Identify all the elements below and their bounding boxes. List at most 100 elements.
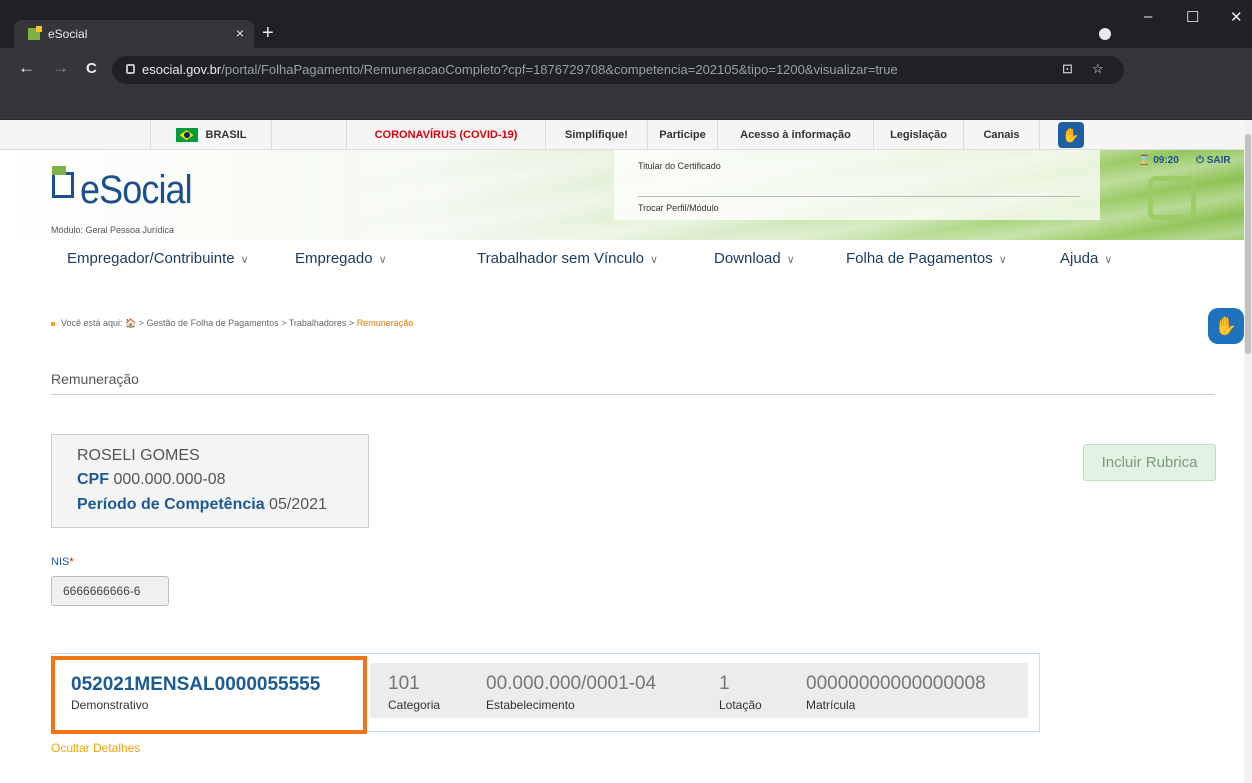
libras-accessibility-icon[interactable]: ✋ — [1208, 308, 1244, 344]
titular-certificado-label: Titular do Certificado — [638, 161, 721, 171]
page-scrollbar[interactable] — [1244, 120, 1252, 783]
forward-button[interactable]: → — [52, 58, 69, 78]
certificate-divider — [638, 196, 1080, 197]
chevron-down-icon: ∨ — [998, 254, 1007, 266]
banner-square-decoration — [1148, 176, 1196, 220]
brasil-link[interactable]: BRASIL — [150, 120, 272, 150]
esocial-favicon-icon — [28, 26, 42, 40]
browser-tab-bar: eSocial × + – ☐ ✕ — [0, 0, 1252, 48]
new-tab-button[interactable]: + — [262, 22, 274, 45]
browser-tab[interactable]: eSocial × — [14, 20, 254, 48]
sair-button[interactable]: ⏻ SAIR — [1196, 155, 1231, 166]
nav-folha-label: Folha de Pagamentos — [846, 250, 993, 267]
home-icon[interactable]: 🏠 — [125, 318, 136, 328]
nav-download[interactable]: Download ∨ — [714, 250, 795, 267]
esocial-logo-icon — [52, 166, 74, 198]
nav-ajuda-label: Ajuda — [1060, 250, 1099, 267]
url-text: esocial.gov.br/portal/FolhaPagamento/Rem… — [142, 62, 898, 77]
nav-empregado[interactable]: Empregado ∨ — [295, 250, 387, 267]
url-host: esocial.gov.br — [142, 62, 222, 77]
lock-icon — [126, 64, 135, 74]
nav-folha-pagamentos[interactable]: Folha de Pagamentos ∨ — [846, 250, 1007, 267]
nav-trabalhador-sem-vinculo[interactable]: Trabalhador sem Vínculo ∨ — [477, 250, 658, 267]
chevron-down-icon: ∨ — [378, 254, 387, 266]
brasil-label: BRASIL — [205, 129, 247, 141]
url-path: /portal/FolhaPagamento/RemuneracaoComple… — [221, 62, 898, 77]
matricula-value: 00000000000000008 — [806, 673, 986, 694]
cpf-value: 000.000.000-08 — [113, 471, 226, 488]
incluir-rubrica-button[interactable]: Incluir Rubrica — [1083, 444, 1216, 481]
periodo-label: Período de Competência — [77, 496, 265, 513]
nis-field[interactable]: 6666666666-6 — [51, 576, 169, 606]
modulo-label: Módulo: Geral Pessoa Jurídica — [51, 225, 175, 235]
breadcrumb-bullet — [51, 321, 55, 326]
nav-empregador[interactable]: Empregador/Contribuinte ∨ — [67, 250, 249, 267]
reload-button[interactable]: C — [86, 60, 97, 77]
simplifique-link[interactable]: Simplifique! — [546, 120, 648, 150]
cpf-label: CPF — [77, 471, 109, 488]
demonstrativo-details: 101 Categoria 00.000.000/0001-04 Estabel… — [370, 663, 1028, 718]
matricula-label: Matrícula — [806, 698, 856, 712]
page-content: BRASIL CORONAVÍRUS (COVID-19) Simplifiqu… — [0, 120, 1252, 783]
nav-empregado-label: Empregado — [295, 250, 373, 267]
chevron-down-icon: ∨ — [650, 254, 659, 266]
title-divider — [51, 394, 1215, 395]
esocial-logo[interactable]: eSocial — [80, 168, 193, 213]
ocultar-detalhes-link[interactable]: Ocultar Detalhes — [51, 741, 140, 755]
categoria-value: 101 — [388, 673, 420, 694]
main-nav: Empregador/Contribuinte ∨ Empregado ∨ Trab… — [0, 244, 1244, 276]
lotacao-value: 1 — [719, 673, 730, 694]
estabelecimento-value: 00.000.000/0001-04 — [486, 673, 657, 694]
bookmark-bar — [0, 90, 1252, 120]
required-marker: * — [69, 556, 74, 568]
brazil-flag-icon — [175, 128, 198, 143]
periodo-value: 05/2021 — [269, 496, 327, 513]
covid-link[interactable]: CORONAVÍRUS (COVID-19) — [346, 120, 546, 150]
nav-trabalhador-label: Trabalhador sem Vínculo — [477, 250, 645, 267]
browser-toolbar: ← → C esocial.gov.br/portal/FolhaPagamen… — [0, 48, 1252, 90]
categoria-label: Categoria — [388, 698, 441, 712]
profile-icon[interactable] — [1099, 28, 1111, 40]
close-window-button[interactable]: ✕ — [1230, 8, 1243, 26]
certificate-box: Titular do Certificado Trocar Perfil/Mód… — [614, 150, 1100, 220]
page-title: Remuneração — [51, 371, 139, 387]
translate-icon[interactable]: ⊡ — [1062, 61, 1073, 77]
chevron-down-icon: ∨ — [786, 254, 795, 266]
nav-ajuda[interactable]: Ajuda ∨ — [1060, 250, 1112, 267]
breadcrumb-path[interactable]: > Gestão de Folha de Pagamentos > Trabal… — [136, 318, 356, 328]
address-bar[interactable]: esocial.gov.br/portal/FolhaPagamento/Rem… — [112, 56, 1124, 84]
estabelecimento-label: Estabelecimento — [486, 698, 575, 712]
nis-label: NIS* — [51, 556, 74, 568]
nav-download-label: Download — [714, 250, 781, 267]
tab-close-icon[interactable]: × — [236, 25, 244, 41]
tab-title: eSocial — [48, 27, 88, 41]
breadcrumb-current: Remuneração — [356, 318, 414, 328]
breadcrumb-prefix: Você está aqui: — [61, 318, 123, 328]
acesso-informacao-link[interactable]: Acesso à informação — [718, 120, 874, 150]
nav-empregador-label: Empregador/Contribuinte — [67, 250, 235, 267]
demonstrativo-label: Demonstrativo — [71, 698, 149, 712]
worker-cpf: CPF 000.000.000-08 — [77, 471, 226, 489]
canais-link[interactable]: Canais — [964, 120, 1040, 150]
back-button[interactable]: ← — [18, 58, 35, 78]
chevron-down-icon: ∨ — [240, 254, 249, 266]
trocar-perfil-link[interactable]: Trocar Perfil/Módulo — [638, 203, 719, 213]
worker-info-card: ROSELI GOMES CPF 000.000.000-08 Período … — [51, 434, 369, 528]
worker-name: ROSELI GOMES — [77, 447, 200, 464]
breadcrumb: Você está aqui: 🏠 > Gestão de Folha de P… — [51, 318, 413, 329]
maximize-button[interactable]: ☐ — [1186, 8, 1199, 26]
demonstrativo-code[interactable]: 052021MENSAL0000055555 — [71, 674, 320, 696]
lotacao-label: Lotação — [719, 698, 762, 712]
libras-hands-icon[interactable]: ✋ — [1058, 122, 1084, 148]
scrollbar-thumb[interactable] — [1245, 134, 1251, 354]
legislacao-link[interactable]: Legislação — [874, 120, 964, 150]
chevron-down-icon: ∨ — [1104, 254, 1113, 266]
minimize-button[interactable]: – — [1144, 8, 1152, 25]
header-banner: eSocial Módulo: Geral Pessoa Jurídica Ti… — [0, 150, 1244, 240]
session-timer: ⌛ 09:20 — [1138, 155, 1179, 166]
gov-top-bar: BRASIL CORONAVÍRUS (COVID-19) Simplifiqu… — [0, 120, 1244, 150]
nis-label-text: NIS — [51, 556, 70, 568]
bookmark-star-icon[interactable]: ☆ — [1092, 61, 1104, 77]
participe-link[interactable]: Participe — [648, 120, 718, 150]
periodo-competencia: Período de Competência 05/2021 — [77, 496, 327, 514]
